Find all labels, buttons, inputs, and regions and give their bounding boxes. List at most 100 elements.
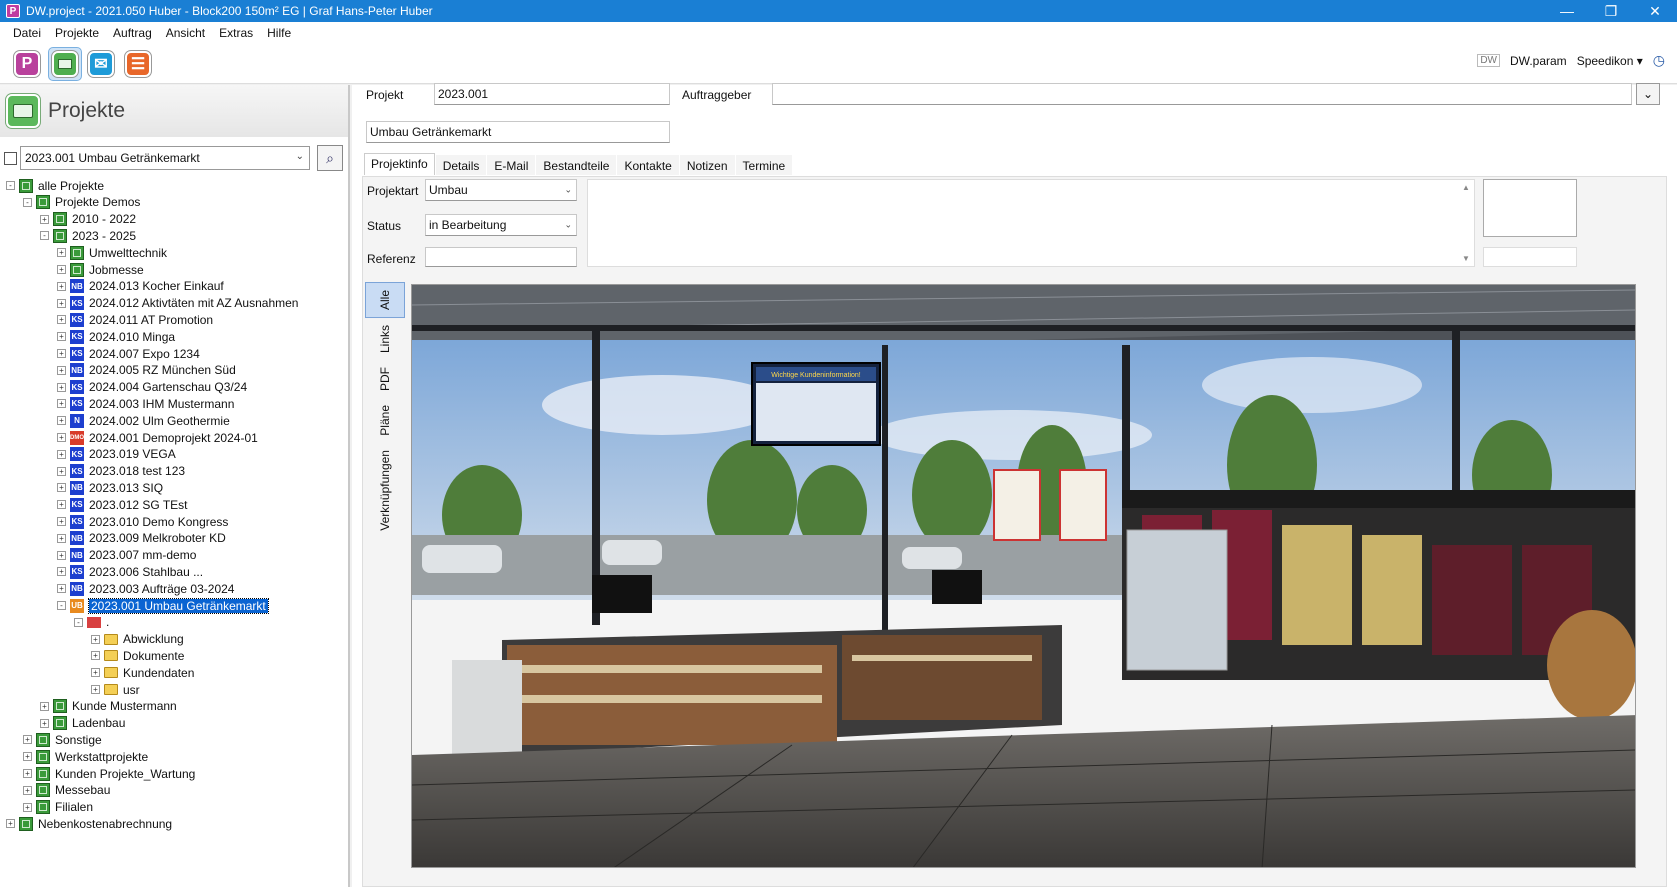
- tree-node[interactable]: + NB 2024.005 RZ München Süd: [57, 362, 236, 379]
- expand-icon[interactable]: +: [57, 265, 66, 274]
- expand-icon[interactable]: +: [57, 517, 66, 526]
- tree-node[interactable]: + Sonstige: [23, 731, 102, 748]
- expand-icon[interactable]: +: [40, 718, 49, 728]
- tree-node[interactable]: + KS 2024.003 IHM Mustermann: [57, 395, 234, 412]
- tree-node[interactable]: - alle Projekte: [6, 177, 104, 194]
- project-photo[interactable]: Wichtige Kundeninformation!: [411, 284, 1636, 868]
- expand-icon[interactable]: +: [57, 584, 66, 594]
- tree-node[interactable]: + NB 2023.009 Melkroboter KD: [57, 530, 226, 547]
- tree-node[interactable]: + NB 2023.003 Aufträge 03-2024: [57, 580, 234, 597]
- collapse-icon[interactable]: -: [74, 617, 83, 627]
- tree-node[interactable]: + usr: [91, 681, 140, 698]
- collapse-icon[interactable]: -: [6, 181, 15, 190]
- tree-node[interactable]: + Werkstattprojekte: [23, 748, 148, 765]
- tree-node[interactable]: + Kunde Mustermann: [40, 698, 177, 715]
- tree-node[interactable]: - UB 2023.001 Umbau Getränkemarkt: [57, 597, 269, 614]
- expand-icon[interactable]: +: [57, 298, 66, 308]
- vtab-verknuepfungen[interactable]: Verknüpfungen: [365, 443, 405, 538]
- tab-termine[interactable]: Termine: [735, 155, 793, 175]
- vtab-pdf[interactable]: PDF: [365, 360, 405, 398]
- expand-icon[interactable]: +: [57, 567, 66, 577]
- tree-node[interactable]: +2010 - 2022: [40, 211, 136, 228]
- maximize-button[interactable]: ❐: [1589, 0, 1633, 22]
- tree-node[interactable]: + NB 2023.007 mm-demo: [57, 547, 196, 564]
- close-button[interactable]: ✕: [1633, 0, 1677, 22]
- tree-node[interactable]: + KS 2023.006 Stahlbau ...: [57, 563, 203, 580]
- project-select[interactable]: 2023.001 Umbau Getränkemarkt ⌄: [20, 146, 310, 170]
- projects-p-button[interactable]: P: [10, 47, 44, 81]
- tree-node[interactable]: + KS 2024.004 Gartenschau Q3/24: [57, 379, 247, 396]
- expand-icon[interactable]: +: [57, 382, 66, 392]
- expand-icon[interactable]: +: [91, 634, 100, 644]
- project-filter-checkbox[interactable]: [4, 151, 17, 165]
- expand-icon[interactable]: +: [23, 752, 32, 762]
- expand-icon[interactable]: +: [91, 685, 100, 694]
- menu-auftrag[interactable]: Auftrag: [106, 26, 159, 40]
- expand-icon[interactable]: +: [57, 349, 66, 358]
- expand-icon[interactable]: +: [57, 433, 66, 442]
- tree-node[interactable]: + Jobmesse: [57, 261, 144, 278]
- vtab-plaene[interactable]: Pläne: [365, 398, 405, 443]
- tab-kontakte[interactable]: Kontakte: [617, 155, 679, 175]
- tree-node[interactable]: + KS 2023.012 SG TEst: [57, 496, 188, 513]
- expand-icon[interactable]: +: [57, 365, 66, 375]
- expand-icon[interactable]: +: [57, 500, 66, 510]
- tree-node[interactable]: + Messebau: [23, 782, 110, 799]
- thumbnail-box[interactable]: [1483, 179, 1577, 237]
- tab-details[interactable]: Details: [435, 155, 487, 175]
- tree-node[interactable]: + Filialen: [23, 799, 93, 816]
- tree-node[interactable]: + Abwicklung: [91, 631, 184, 648]
- speedikon-menu[interactable]: Speedikon ▾: [1577, 54, 1643, 68]
- dw-param-button[interactable]: DW.param: [1510, 54, 1567, 68]
- tree-node[interactable]: + Umwelttechnik: [57, 244, 167, 261]
- expand-icon[interactable]: +: [57, 399, 66, 409]
- vtab-links[interactable]: Links: [365, 318, 405, 360]
- expand-icon[interactable]: +: [57, 416, 66, 426]
- project-name-field[interactable]: Umbau Getränkemarkt: [366, 121, 670, 143]
- expand-icon[interactable]: +: [23, 735, 32, 745]
- tree-node[interactable]: + N 2024.002 Ulm Geothermie: [57, 412, 230, 429]
- memo-scrollbar[interactable]: ▲ ▼: [1458, 180, 1474, 266]
- tree-node[interactable]: + KS 2024.010 Minga: [57, 328, 175, 345]
- menu-extras[interactable]: Extras: [212, 26, 260, 40]
- tree-node[interactable]: + KS 2024.007 Expo 1234: [57, 345, 200, 362]
- menu-ansicht[interactable]: Ansicht: [159, 26, 212, 40]
- projekt-number-field[interactable]: 2023.001: [434, 83, 670, 105]
- collapse-icon[interactable]: -: [57, 601, 66, 610]
- tree-node[interactable]: + KS 2024.011 AT Promotion: [57, 311, 213, 328]
- expand-icon[interactable]: +: [57, 550, 66, 560]
- projektart-select[interactable]: Umbau ⌄: [425, 179, 577, 201]
- tab-notizen[interactable]: Notizen: [679, 155, 735, 175]
- status-select[interactable]: in Bearbeitung ⌄: [425, 214, 577, 236]
- expand-icon[interactable]: +: [57, 248, 66, 258]
- tab-email[interactable]: E-Mail: [487, 155, 536, 175]
- tree-node[interactable]: + NB 2023.013 SIQ: [57, 479, 163, 496]
- tree-node[interactable]: + Ladenbau: [40, 715, 125, 732]
- tree-node[interactable]: + Kunden Projekte_Wartung: [23, 765, 195, 782]
- search-button[interactable]: ⌕: [317, 145, 343, 171]
- expand-icon[interactable]: +: [6, 819, 15, 829]
- expand-icon[interactable]: +: [57, 315, 66, 325]
- tree-node[interactable]: - Projekte Demos: [23, 194, 140, 211]
- expand-icon[interactable]: +: [23, 802, 32, 812]
- tree-node[interactable]: + KS 2024.012 Aktivtäten mit AZ Ausnahmen: [57, 295, 298, 312]
- email-button[interactable]: ✉: [84, 47, 118, 81]
- expand-icon[interactable]: +: [91, 668, 100, 678]
- expand-icon[interactable]: +: [23, 785, 32, 795]
- expand-icon[interactable]: +: [23, 769, 32, 778]
- expand-icon[interactable]: +: [57, 533, 66, 543]
- tree-node[interactable]: + DMO 2024.001 Demoprojekt 2024-01: [57, 429, 258, 446]
- expand-icon[interactable]: +: [57, 449, 66, 459]
- referenz-field[interactable]: [425, 247, 577, 267]
- tree-node[interactable]: + KS 2023.019 VEGA: [57, 446, 176, 463]
- auftraggeber-dropdown-button[interactable]: ⌄: [1636, 83, 1660, 105]
- tab-bestandteile[interactable]: Bestandteile: [536, 155, 617, 175]
- description-memo[interactable]: ▲ ▼: [587, 179, 1475, 267]
- expand-icon[interactable]: +: [57, 466, 66, 476]
- expand-icon[interactable]: +: [40, 214, 49, 224]
- tree-node[interactable]: + Kundendaten: [91, 664, 194, 681]
- tree-node[interactable]: + KS 2023.010 Demo Kongress: [57, 513, 228, 530]
- minimize-button[interactable]: —: [1545, 0, 1589, 22]
- menu-projekte[interactable]: Projekte: [48, 26, 106, 40]
- expand-icon[interactable]: +: [91, 651, 100, 661]
